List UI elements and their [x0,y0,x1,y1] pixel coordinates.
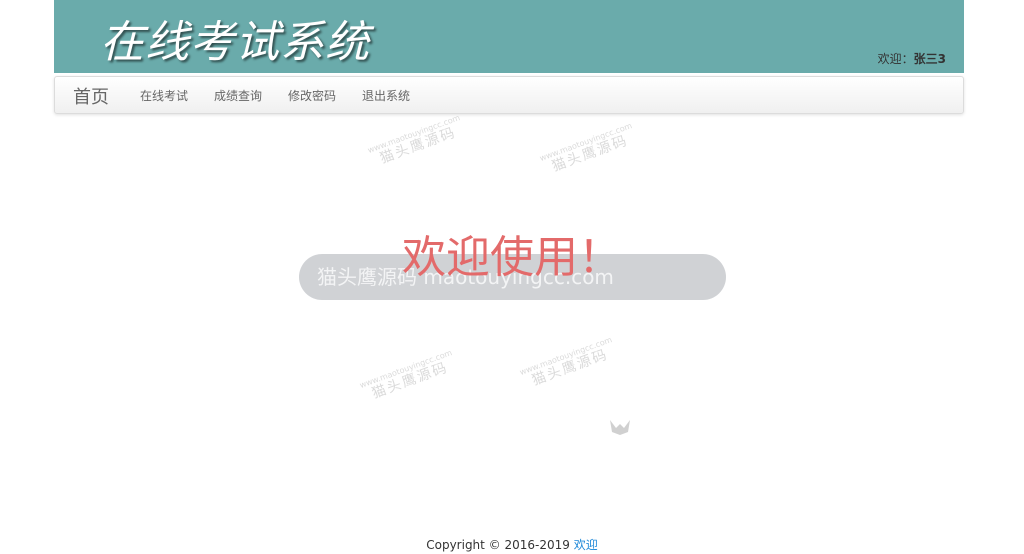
footer: Copyright © 2016-2019 欢迎 [0,536,1024,553]
user-name: 张三3 [913,52,946,66]
site-title: 在线考试系统 [100,17,370,68]
footer-copyright: Copyright © 2016-2019 [426,538,570,552]
header-banner: 在线考试系统 欢迎：张三3 [54,0,964,73]
nav-items: 在线考试 成绩查询 修改密码 退出系统 [127,77,423,113]
welcome-message: 欢迎使用！ [402,232,622,283]
page: 在线考试系统 欢迎：张三3 首页 在线考试 成绩查询 修改密码 退出系统 www… [0,0,1024,554]
watermark: www.maotouyingcc.com 猫头鹰源码 [366,113,467,170]
owl-logo-icon [608,418,632,440]
navbar: 首页 在线考试 成绩查询 修改密码 退出系统 [54,76,964,114]
watermark: www.maotouyingcc.com 猫头鹰源码 [518,335,619,392]
welcome-user: 欢迎：张三3 [878,50,946,67]
watermark: www.maotouyingcc.com 猫头鹰源码 [358,348,459,405]
nav-item-online-exam[interactable]: 在线考试 [127,87,201,104]
watermark: www.maotouyingcc.com 猫头鹰源码 [538,121,639,178]
nav-item-change-password[interactable]: 修改密码 [275,87,349,104]
nav-item-logout[interactable]: 退出系统 [349,87,423,104]
footer-link[interactable]: 欢迎 [574,538,598,552]
nav-item-score-query[interactable]: 成绩查询 [201,87,275,104]
welcome-label: 欢迎： [877,52,914,66]
nav-brand-home[interactable]: 首页 [73,83,109,109]
